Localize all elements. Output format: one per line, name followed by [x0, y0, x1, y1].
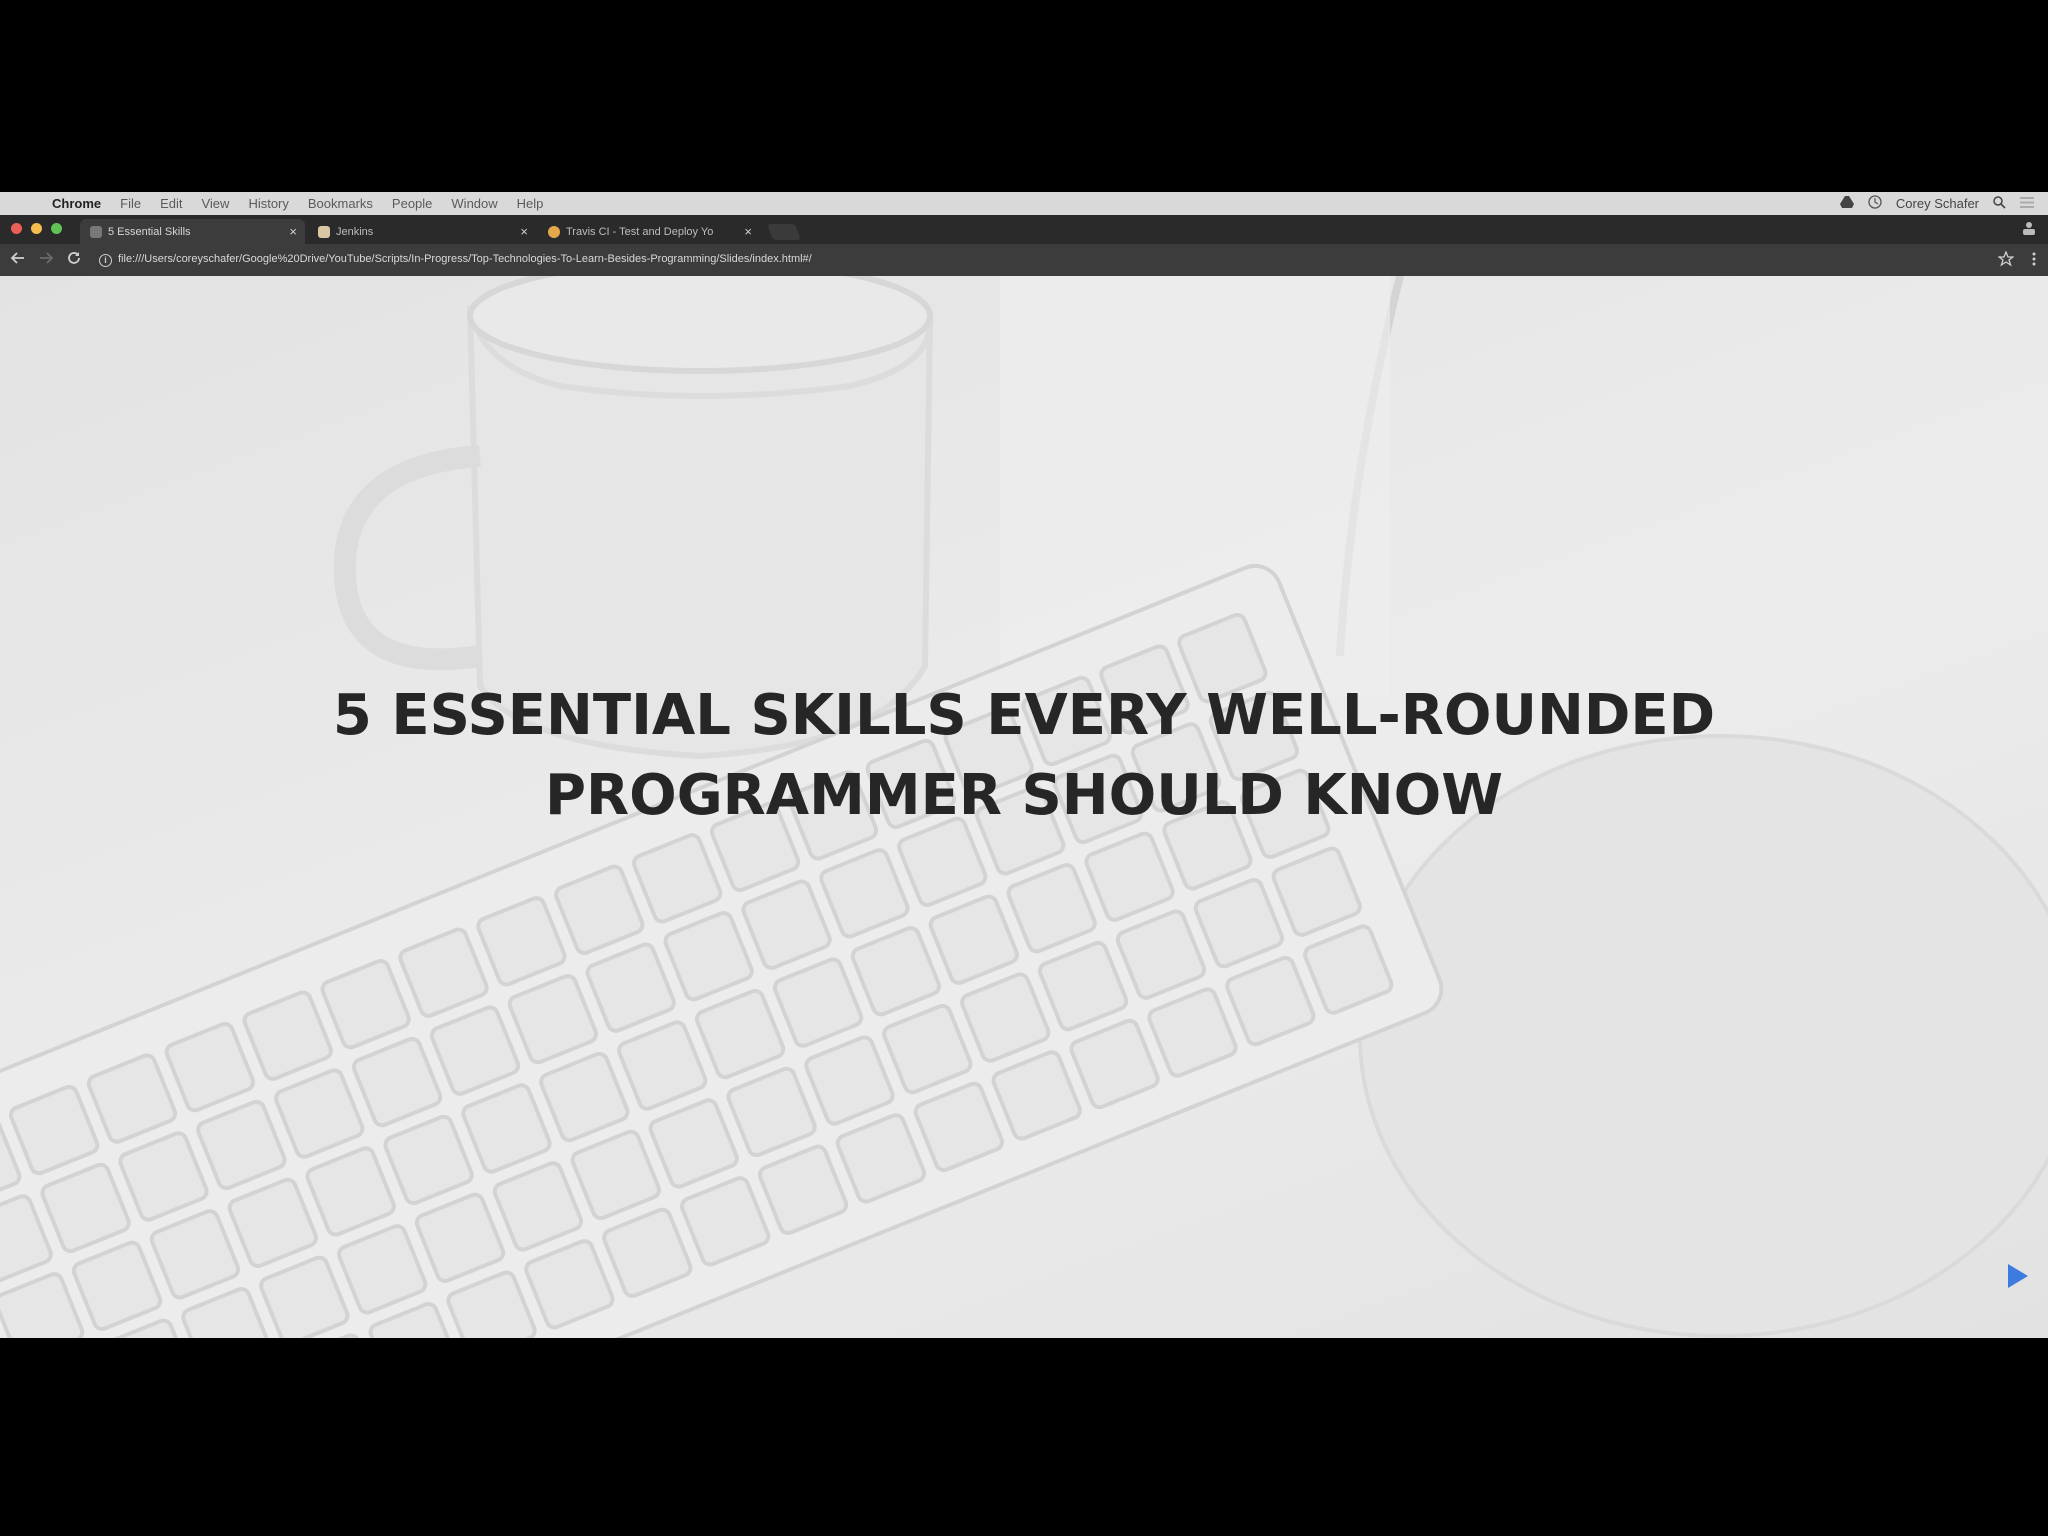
- profile-icon[interactable]: [2022, 221, 2036, 238]
- new-tab-button[interactable]: [767, 224, 801, 240]
- back-arrow-icon[interactable]: [10, 250, 26, 271]
- travis-icon: [548, 225, 560, 238]
- close-tab-icon[interactable]: ×: [744, 224, 752, 239]
- menu-people[interactable]: People: [392, 196, 432, 211]
- notification-center-icon[interactable]: [2020, 196, 2034, 211]
- window-close-button[interactable]: [11, 223, 22, 234]
- slide-title: 5 ESSENTIAL SKILLS EVERY WELL-ROUNDED PR…: [0, 676, 2048, 836]
- time-machine-icon[interactable]: [1868, 195, 1882, 212]
- slides-icon: [90, 225, 102, 238]
- browser-toolbar: i file:///Users/coreyschafer/Google%20Dr…: [0, 244, 2048, 276]
- bookmark-star-icon[interactable]: [1997, 250, 2015, 272]
- slide-title-line-1: 5 ESSENTIAL SKILLS EVERY WELL-ROUNDED: [332, 683, 1716, 748]
- tab-title: Jenkins: [336, 225, 374, 238]
- close-tab-icon[interactable]: ×: [289, 224, 297, 239]
- menu-help[interactable]: Help: [517, 196, 544, 211]
- menu-view[interactable]: View: [201, 196, 229, 211]
- reload-icon[interactable]: [66, 250, 82, 271]
- menu-chrome[interactable]: Chrome: [52, 196, 101, 211]
- slide-title-line-2: PROGRAMMER SHOULD KNOW: [544, 763, 1504, 828]
- screen: Chrome File Edit View History Bookmarks …: [0, 192, 2048, 1338]
- forward-arrow-icon[interactable]: [38, 250, 54, 271]
- menu-file[interactable]: File: [120, 196, 141, 211]
- menu-bookmarks[interactable]: Bookmarks: [308, 196, 373, 211]
- menubar-status-area: Corey Schafer: [1839, 192, 2048, 215]
- more-menu-icon[interactable]: [2032, 251, 2036, 272]
- window-zoom-button[interactable]: [51, 223, 62, 234]
- spotlight-search-icon[interactable]: [1993, 195, 2006, 212]
- user-name[interactable]: Corey Schafer: [1896, 196, 1979, 211]
- tab-jenkins[interactable]: Jenkins ×: [308, 219, 536, 244]
- window-minimize-button[interactable]: [31, 223, 42, 234]
- tab-title: Travis CI - Test and Deploy Yo: [566, 225, 714, 238]
- menu-window[interactable]: Window: [451, 196, 497, 211]
- address-bar-url[interactable]: file:///Users/coreyschafer/Google%20Driv…: [118, 253, 812, 265]
- menu-edit[interactable]: Edit: [160, 196, 182, 211]
- tab-5-essential-skills[interactable]: 5 Essential Skills ×: [80, 219, 305, 244]
- next-slide-arrow-icon[interactable]: [2008, 1264, 2028, 1288]
- site-info-icon[interactable]: i: [99, 254, 112, 267]
- presentation-slide: 5 ESSENTIAL SKILLS EVERY WELL-ROUNDED PR…: [0, 276, 2048, 1338]
- drive-icon[interactable]: [1839, 196, 1854, 211]
- close-tab-icon[interactable]: ×: [520, 224, 528, 239]
- tab-title: 5 Essential Skills: [108, 225, 191, 238]
- tab-travis-ci[interactable]: Travis CI - Test and Deploy Yo ×: [538, 219, 760, 244]
- jenkins-icon: [318, 225, 330, 238]
- macos-menu-bar: Chrome File Edit View History Bookmarks …: [0, 192, 2048, 215]
- tab-strip: 5 Essential Skills × Jenkins × Travis CI…: [0, 215, 2048, 244]
- menu-history[interactable]: History: [248, 196, 288, 211]
